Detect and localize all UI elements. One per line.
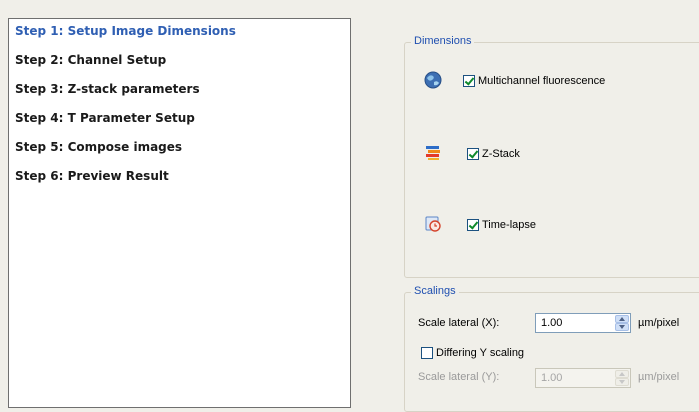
scale-y-spinbox[interactable]: 1.00 [535,368,631,388]
scale-x-value[interactable]: 1.00 [541,317,562,329]
multichannel-icon [424,71,442,89]
step-t-parameter-setup[interactable]: Step 4: T Parameter Setup [15,111,195,125]
scale-y-label: Scale lateral (Y): [418,371,500,383]
arrow-down-icon [619,325,625,329]
time-lapse-icon [425,216,441,232]
scale-x-increment-button[interactable] [615,315,629,323]
wizard-steps-panel: Step 1: Setup Image Dimensions Step 2: C… [8,18,351,408]
scale-x-label: Scale lateral (X): [418,317,500,329]
differing-y-label: Differing Y scaling [436,347,525,359]
step-preview-result[interactable]: Step 6: Preview Result [15,169,169,183]
step-channel-setup[interactable]: Step 2: Channel Setup [15,53,166,67]
arrow-up-icon [619,317,625,321]
scale-x-spinbox[interactable]: 1.00 [535,313,631,333]
time-lapse-option[interactable]: Time-lapse [467,219,536,231]
scale-y-value[interactable]: 1.00 [541,372,562,384]
multichannel-option[interactable]: Multichannel fluorescence [463,75,605,87]
scalings-group: Scalings Scale lateral (X): 1.00 µm/pixe… [404,285,699,412]
scale-y-increment-button[interactable] [615,370,629,378]
scale-x-decrement-button[interactable] [615,323,629,331]
differing-y-option[interactable]: Differing Y scaling [421,347,524,359]
scale-x-unit: µm/pixel [638,317,680,329]
scale-y-unit: µm/pixel [638,371,680,383]
step-compose-images[interactable]: Step 5: Compose images [15,140,182,154]
z-stack-icon [426,146,440,160]
arrow-down-icon [619,380,625,384]
time-lapse-checkbox[interactable] [467,219,479,231]
differing-y-checkbox[interactable] [421,347,433,359]
scale-y-decrement-button[interactable] [615,378,629,386]
time-lapse-label: Time-lapse [482,219,536,231]
step-setup-image-dimensions[interactable]: Step 1: Setup Image Dimensions [15,24,236,38]
dimensions-group-title: Dimensions [411,35,475,47]
multichannel-label: Multichannel fluorescence [478,75,606,87]
z-stack-label: Z-Stack [482,148,520,160]
scalings-group-title: Scalings [411,285,459,297]
multichannel-checkbox[interactable] [463,75,475,87]
step-z-stack-parameters[interactable]: Step 3: Z-stack parameters [15,82,200,96]
dimensions-group: Dimensions Multichannel fluorescence Z-S… [404,35,699,278]
z-stack-checkbox[interactable] [467,148,479,160]
arrow-up-icon [619,372,625,376]
z-stack-option[interactable]: Z-Stack [467,148,520,160]
